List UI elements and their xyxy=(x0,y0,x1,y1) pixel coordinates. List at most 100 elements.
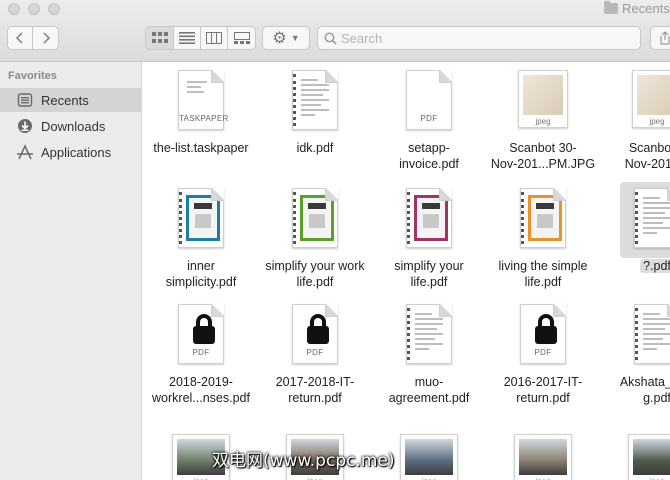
list-view-icon xyxy=(179,32,195,44)
photo-thumbnail-icon: jpeg xyxy=(400,434,458,480)
ebook-cover-icon xyxy=(520,188,566,248)
file-name-text: living the simple life.pdf xyxy=(498,259,588,289)
file-type-badge: PDF xyxy=(306,348,324,357)
file-item[interactable]: simplify your work life.pdf xyxy=(256,188,374,290)
list-view-button[interactable] xyxy=(174,27,201,49)
file-type-badge: jpeg xyxy=(649,117,665,126)
file-item[interactable]: idk.pdf xyxy=(256,70,374,156)
title-bar: Recents ⚙ ▼ xyxy=(0,0,670,62)
image-thumbnail-icon: jpeg xyxy=(632,70,670,128)
window-title-text: Recents xyxy=(622,1,670,16)
sidebar-item-applications[interactable]: Applications xyxy=(0,140,141,164)
file-item[interactable]: jpeg Scanbot 30- Nov-201...PM.JPG xyxy=(484,70,602,172)
file-item[interactable]: muo- agreement.pdf xyxy=(370,304,488,406)
applications-icon xyxy=(16,143,34,161)
file-item[interactable]: living the simple life.pdf xyxy=(484,188,602,290)
file-item[interactable]: simplify your life.pdf xyxy=(370,188,488,290)
file-thumbnail: TASKPAPER xyxy=(172,70,230,134)
file-thumbnail: jpeg xyxy=(514,70,572,134)
file-item[interactable]: TASKPAPER the-list.taskpaper xyxy=(142,70,260,156)
search-input[interactable] xyxy=(341,30,621,46)
recents-icon xyxy=(16,91,34,109)
file-item[interactable]: inner simplicity.pdf xyxy=(142,188,260,290)
ebook-cover-icon xyxy=(406,188,452,248)
file-type-badge: jpeg xyxy=(535,117,551,126)
file-item[interactable]: PDF setapp- invoice.pdf xyxy=(370,70,488,172)
file-name-text: 2018-2019- workrel...nses.pdf xyxy=(152,375,250,405)
document-preview-icon xyxy=(292,70,338,130)
chevron-left-icon xyxy=(15,32,23,44)
file-item[interactable]: jpeg xyxy=(484,430,602,480)
gear-icon: ⚙ xyxy=(272,30,287,47)
file-thumbnail xyxy=(286,70,344,134)
close-window-button[interactable] xyxy=(8,3,20,15)
sidebar-item-recents[interactable]: Recents xyxy=(0,88,141,112)
back-button[interactable] xyxy=(8,27,33,49)
chevron-down-icon: ▼ xyxy=(290,33,300,43)
document-preview-icon xyxy=(406,304,452,364)
column-view-button[interactable] xyxy=(201,27,228,49)
file-name-text: ?.pdf xyxy=(640,259,670,273)
photo-thumbnail-icon: jpeg xyxy=(514,434,572,480)
sidebar-item-label: Applications xyxy=(41,144,112,160)
file-name: setapp- invoice.pdf xyxy=(370,140,488,172)
share-button[interactable] xyxy=(650,26,670,50)
sidebar: Favorites Recents Downloads Applications xyxy=(0,62,142,480)
locked-pdf-icon: PDF xyxy=(178,304,224,364)
file-item[interactable]: PDF 2018-2019- workrel...nses.pdf xyxy=(142,304,260,406)
lock-icon xyxy=(307,314,329,344)
file-thumbnail: PDF xyxy=(400,70,458,134)
file-name-text: Akshata_Sha g.pdf xyxy=(619,375,670,405)
folder-icon xyxy=(604,1,618,14)
file-thumbnail xyxy=(172,188,230,252)
file-item[interactable]: Akshata_Sha g.pdf xyxy=(598,304,670,406)
file-name: 2016-2017-IT- return.pdf xyxy=(484,374,602,406)
file-item[interactable]: ?.pdf xyxy=(598,182,670,274)
file-name-text: 2016-2017-IT- return.pdf xyxy=(503,375,583,405)
watermark: 双电网(www.pcpc.me) xyxy=(212,451,395,471)
file-item[interactable]: PDF 2017-2018-IT- return.pdf xyxy=(256,304,374,406)
file-thumbnail: jpeg xyxy=(400,430,458,480)
locked-pdf-icon: PDF xyxy=(292,304,338,364)
document-preview-icon xyxy=(634,188,670,248)
action-menu-button[interactable]: ⚙ ▼ xyxy=(262,26,310,50)
ebook-cover-icon xyxy=(292,188,338,248)
file-thumbnail xyxy=(514,188,572,252)
file-name: simplify your life.pdf xyxy=(370,258,488,290)
file-thumbnail xyxy=(286,188,344,252)
sidebar-heading: Favorites xyxy=(8,70,57,82)
file-name-text: 2017-2018-IT- return.pdf xyxy=(275,375,355,405)
file-name-text: muo- agreement.pdf xyxy=(388,375,470,405)
lock-icon xyxy=(193,314,215,344)
sidebar-item-downloads[interactable]: Downloads xyxy=(0,114,141,138)
chevron-right-icon xyxy=(42,32,50,44)
file-item[interactable]: jpeg Scanbot 3 Nov-201...2 xyxy=(598,70,670,172)
file-name: 2018-2019- workrel...nses.pdf xyxy=(142,374,260,406)
gallery-view-button[interactable] xyxy=(228,27,255,49)
icon-view-button[interactable] xyxy=(146,27,174,49)
file-name-text: setapp- invoice.pdf xyxy=(399,141,459,171)
file-item[interactable]: jpeg xyxy=(598,430,670,480)
search-field[interactable] xyxy=(317,26,641,50)
share-icon xyxy=(660,31,670,45)
file-thumbnail: PDF xyxy=(514,304,572,368)
zoom-window-button[interactable] xyxy=(48,3,60,15)
file-name: idk.pdf xyxy=(256,140,374,156)
file-thumbnail xyxy=(400,304,458,368)
file-name: the-list.taskpaper xyxy=(142,140,260,156)
minimize-window-button[interactable] xyxy=(28,3,40,15)
icon-view-icon xyxy=(151,32,168,43)
file-name-text: simplify your life.pdf xyxy=(394,259,464,289)
file-name: muo- agreement.pdf xyxy=(370,374,488,406)
file-name: inner simplicity.pdf xyxy=(142,258,260,290)
file-item[interactable]: PDF 2016-2017-IT- return.pdf xyxy=(484,304,602,406)
sidebar-item-label: Recents xyxy=(41,92,89,108)
forward-button[interactable] xyxy=(33,27,58,49)
file-grid: TASKPAPER the-list.taskpaper idk.pdf PDF set… xyxy=(142,62,670,480)
gallery-view-icon xyxy=(233,32,250,44)
file-name: living the simple life.pdf xyxy=(484,258,602,290)
file-thumbnail: jpeg xyxy=(514,430,572,480)
view-mode-selector xyxy=(145,26,256,50)
file-name-text: simplify your work life.pdf xyxy=(265,259,365,289)
column-view-icon xyxy=(206,32,222,44)
